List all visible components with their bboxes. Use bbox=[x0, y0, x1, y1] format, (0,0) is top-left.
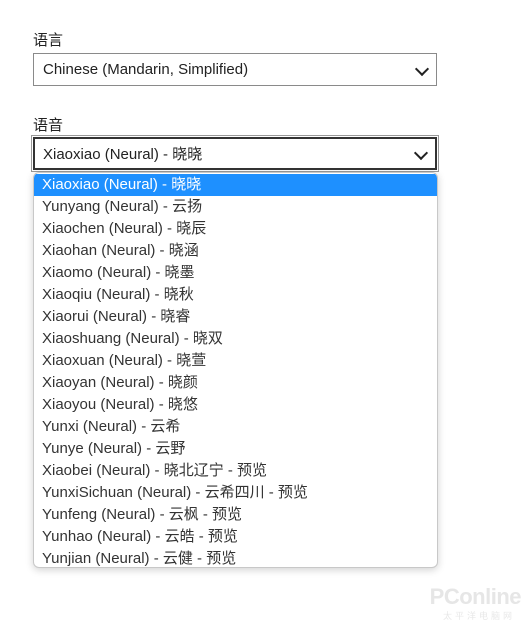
language-select-value: Chinese (Mandarin, Simplified) bbox=[43, 61, 249, 78]
voice-option[interactable]: Xiaoxuan (Neural) - 晓萱 bbox=[34, 350, 437, 372]
voice-option[interactable]: Xiaorui (Neural) - 晓睿 bbox=[34, 306, 437, 328]
voice-option[interactable]: Yunxi (Neural) - 云希 bbox=[34, 416, 437, 438]
voice-option[interactable]: Xiaohan (Neural) - 晓涵 bbox=[34, 240, 437, 262]
voice-select[interactable]: Xiaoxiao (Neural) - 晓晓 bbox=[31, 135, 439, 172]
voice-option[interactable]: Yunfeng (Neural) - 云枫 - 预览 bbox=[34, 504, 437, 526]
voice-option[interactable]: Xiaochen (Neural) - 晓辰 bbox=[34, 218, 437, 240]
voice-option[interactable]: Xiaoyou (Neural) - 晓悠 bbox=[34, 394, 437, 416]
voice-option[interactable]: Yunjian (Neural) - 云健 - 预览 bbox=[34, 548, 437, 567]
voice-option[interactable]: Yunyang (Neural) - 云扬 bbox=[34, 196, 437, 218]
voice-option[interactable]: Xiaobei (Neural) - 晓北辽宁 - 预览 bbox=[34, 460, 437, 482]
voice-option[interactable]: Yunhao (Neural) - 云皓 - 预览 bbox=[34, 526, 437, 548]
watermark-subtitle: 太平洋电脑网 bbox=[442, 611, 515, 621]
voice-options: Xiaoxiao (Neural) - 晓晓 Yunyang (Neural) -… bbox=[34, 174, 437, 567]
voice-option[interactable]: Xiaomo (Neural) - 晓墨 bbox=[34, 262, 437, 284]
voice-option[interactable]: Xiaoshuang (Neural) - 晓双 bbox=[34, 328, 437, 350]
watermark-logo: PConline bbox=[429, 584, 522, 609]
voice-select-value: Xiaoxiao (Neural) - 晓晓 bbox=[43, 146, 203, 163]
language-select[interactable]: Chinese (Mandarin, Simplified) bbox=[33, 53, 437, 86]
voice-dropdown-list[interactable]: Xiaoxiao (Neural) - 晓晓 Yunyang (Neural) -… bbox=[33, 172, 438, 568]
chevron-down-icon bbox=[414, 61, 430, 76]
language-label: 语言 bbox=[33, 32, 64, 49]
page: 语言 Chinese (Mandarin, Simplified) 语音 Xia… bbox=[0, 0, 531, 628]
voice-option[interactable]: YunxiSichuan (Neural) - 云希四川 - 预览 bbox=[34, 482, 437, 504]
voice-label: 语音 bbox=[33, 117, 64, 134]
voice-option[interactable]: Xiaoyan (Neural) - 晓颜 bbox=[34, 372, 437, 394]
chevron-down-icon bbox=[413, 145, 429, 160]
voice-option[interactable]: Xiaoxiao (Neural) - 晓晓 bbox=[34, 174, 437, 196]
voice-option[interactable]: Xiaoqiu (Neural) - 晓秋 bbox=[34, 284, 437, 306]
voice-option[interactable]: Yunye (Neural) - 云野 bbox=[34, 438, 437, 460]
